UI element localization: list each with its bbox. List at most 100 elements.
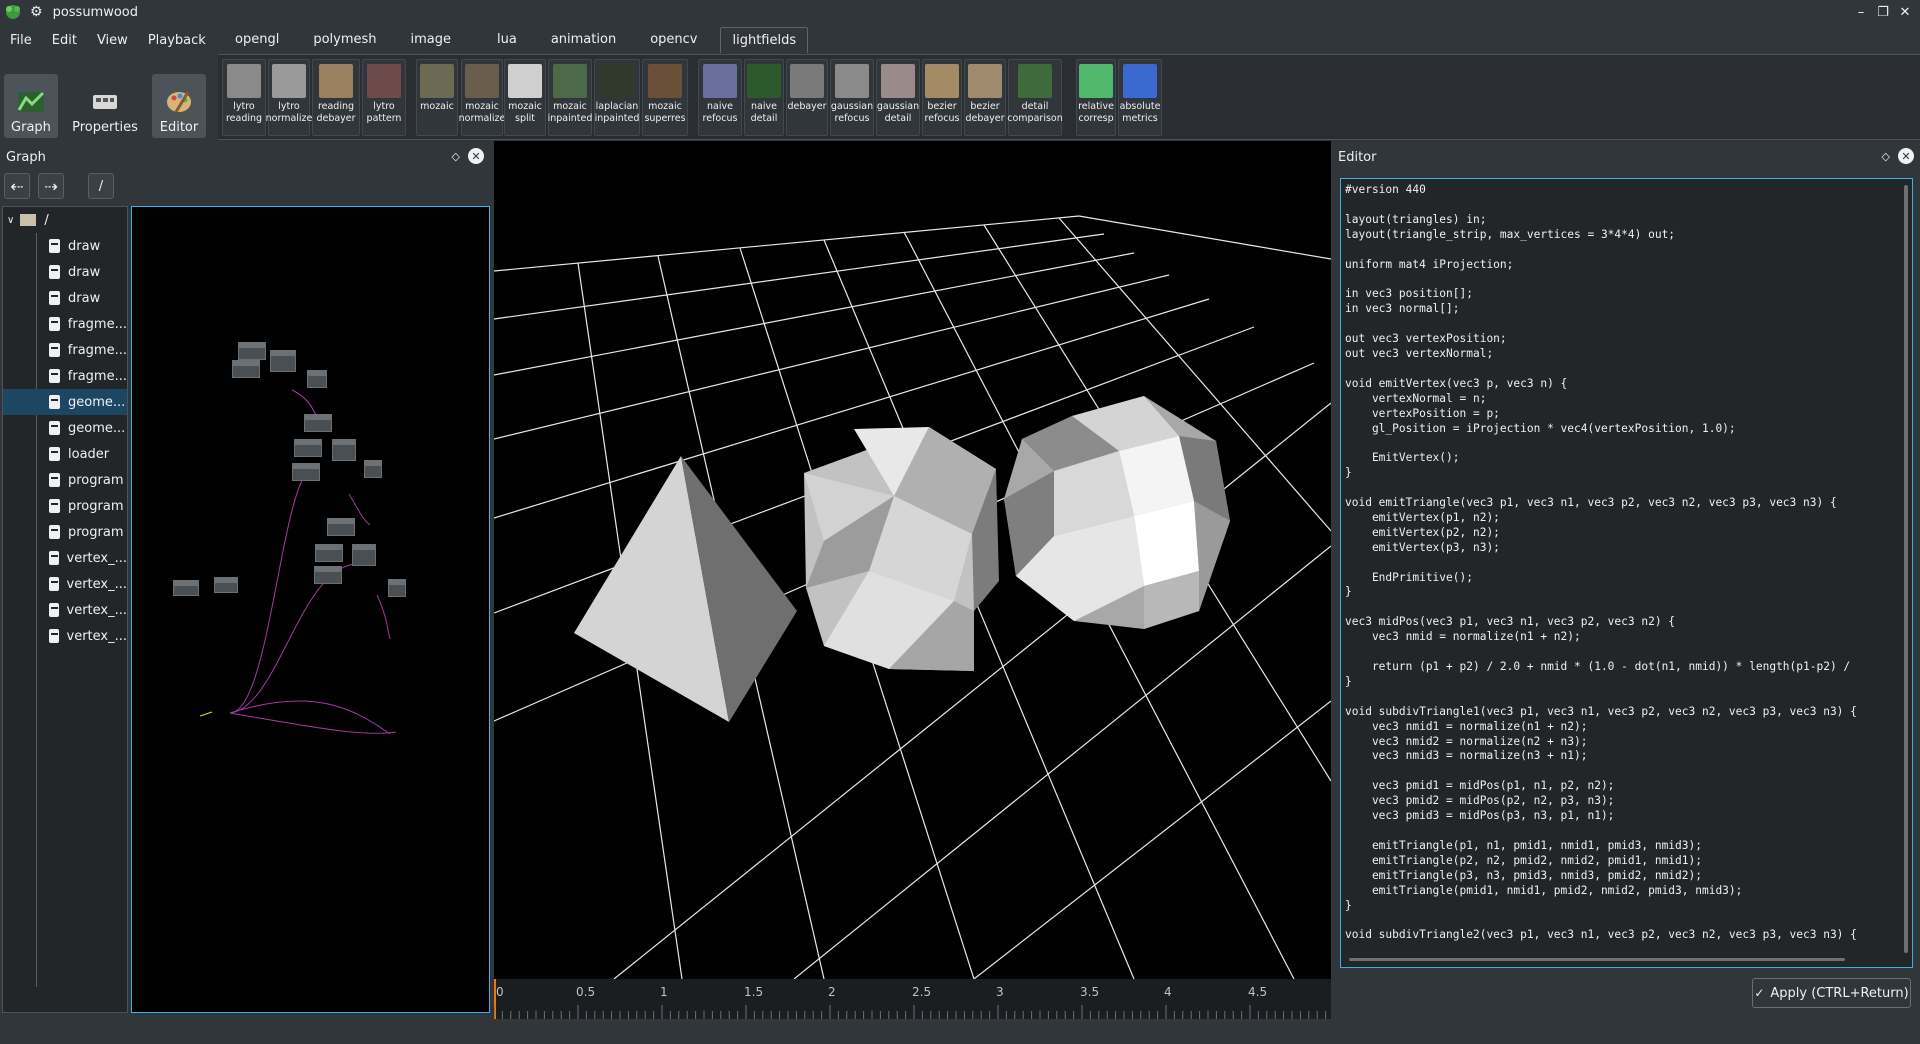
tree-item-label: vertex_...: [66, 550, 128, 566]
menu-playback[interactable]: Playback: [138, 33, 216, 48]
menu-view[interactable]: View: [87, 33, 138, 48]
tool-mozaic-superres[interactable]: mozaic superres: [642, 59, 688, 136]
tree-item[interactable]: program: [3, 519, 127, 545]
tree-item[interactable]: loader: [3, 441, 127, 467]
tree-item[interactable]: draw: [3, 233, 127, 259]
editor-vertical-scrollbar[interactable]: [1904, 185, 1908, 953]
tool-label: lytro normalize: [266, 101, 313, 125]
close-panel-icon[interactable]: ✕: [1898, 148, 1914, 164]
tool-label-line1: absolute: [1119, 101, 1161, 112]
timeline[interactable]: 0 0.5 1 1.5 2 2.5 3 3.5 4 4.5: [494, 979, 1331, 1019]
tool-label-line2: corresp: [1078, 113, 1114, 124]
tool-label-line1: laplacian: [595, 101, 639, 112]
tool-laplacian-inpainted[interactable]: laplacian inpainted: [594, 59, 640, 136]
apply-button[interactable]: ✓ Apply (CTRL+Return): [1752, 978, 1911, 1008]
properties-mode-button[interactable]: Properties: [70, 74, 140, 138]
tab-opengl[interactable]: opengl: [224, 27, 290, 53]
tool-lytro-reading[interactable]: lytro reading: [222, 59, 266, 136]
tool-label-line2: pattern: [366, 113, 402, 124]
tool-lytro-pattern[interactable]: lytro pattern: [362, 59, 406, 136]
tool-label: lytro reading: [226, 101, 262, 125]
tool-gaussian-detail[interactable]: gaussian detail: [876, 59, 920, 136]
close-window-button[interactable]: ✕: [1894, 0, 1916, 24]
back-button[interactable]: ⇠: [4, 173, 30, 199]
3d-viewport[interactable]: [494, 141, 1331, 979]
tab-opencv[interactable]: opencv: [639, 27, 708, 53]
forward-button[interactable]: ⇢: [38, 173, 64, 199]
tree-item[interactable]: vertex_...: [3, 623, 127, 649]
tree-item[interactable]: fragme...: [3, 363, 127, 389]
close-panel-icon[interactable]: ✕: [468, 148, 484, 164]
tree-item[interactable]: vertex_...: [3, 571, 127, 597]
tree-item[interactable]: vertex_...: [3, 545, 127, 571]
graph-tree: ∨ / draw draw draw fragme... fragme... fragme…: [2, 206, 128, 1013]
tab-animation[interactable]: animation: [540, 27, 627, 53]
tab-lightfields[interactable]: lightfields: [720, 27, 809, 53]
tool-detail-comparison[interactable]: detail comparison: [1007, 59, 1063, 136]
tree-item[interactable]: fragme...: [3, 311, 127, 337]
tool-absolute-metrics[interactable]: absolute metrics: [1118, 59, 1162, 136]
node-file-icon: [49, 577, 59, 591]
shader-source-text[interactable]: #version 440 layout(triangles) in; layou…: [1345, 183, 1896, 943]
menu-file[interactable]: File: [0, 33, 42, 48]
tree-root[interactable]: ∨ /: [3, 207, 127, 233]
tool-label-line1: gaussian: [830, 101, 874, 112]
tree-item[interactable]: program: [3, 467, 127, 493]
maximize-button[interactable]: ❐: [1872, 0, 1894, 24]
editor-horizontal-scrollbar[interactable]: [1349, 958, 1845, 961]
menu-edit[interactable]: Edit: [42, 33, 87, 48]
tree-item-label: fragme...: [67, 316, 127, 332]
tree-item-label: program: [68, 498, 124, 514]
tool-lytro-normalize[interactable]: lytro normalize: [266, 59, 313, 136]
tool-bezier-refocus[interactable]: bezier refocus: [922, 59, 962, 136]
timeline-ruler: [494, 1005, 1327, 1019]
node-graph-canvas[interactable]: [131, 206, 490, 1013]
editor-mode-button[interactable]: Editor: [152, 74, 206, 138]
tab-image[interactable]: image: [400, 27, 463, 53]
tree-item[interactable]: geome...: [3, 415, 127, 441]
timeline-tick-label: 4.5: [1248, 985, 1268, 999]
tree-item-label: fragme...: [67, 368, 127, 384]
code-editor[interactable]: #version 440 layout(triangles) in; layou…: [1340, 178, 1913, 968]
tree-item-label: vertex_...: [66, 602, 128, 618]
float-panel-icon[interactable]: ◇: [452, 150, 460, 163]
graph-panel-header: Graph ◇ ✕: [6, 145, 490, 169]
tool-debayer[interactable]: debayer: [786, 59, 828, 136]
tree-item[interactable]: draw: [3, 259, 127, 285]
tool-relative-corresp[interactable]: relative corresp: [1076, 59, 1116, 136]
tree-item-label: loader: [68, 446, 110, 462]
tree-item[interactable]: vertex_...: [3, 597, 127, 623]
graph-mode-button[interactable]: Graph: [4, 74, 58, 138]
gear-icon[interactable]: ⚙: [30, 4, 43, 20]
tool-label: mozaic split: [508, 101, 542, 125]
gaussian-detail-icon: [881, 64, 915, 98]
tool-naive-refocus[interactable]: naive refocus: [698, 59, 742, 136]
tab-polymesh[interactable]: polymesh: [302, 27, 387, 53]
absolute-metrics-icon: [1123, 64, 1157, 98]
editor-mode-label: Editor: [159, 120, 199, 135]
tool-mozaic-normalize[interactable]: mozaic normalize: [459, 59, 505, 136]
path-root-button[interactable]: /: [88, 173, 114, 199]
tool-naive-detail[interactable]: naive detail: [744, 59, 784, 136]
tool-mozaic[interactable]: mozaic: [416, 59, 458, 136]
tool-mozaic-inpainted[interactable]: mozaic inpainted: [548, 59, 592, 136]
tree-item[interactable]: program: [3, 493, 127, 519]
tool-mozaic-split[interactable]: mozaic split: [504, 59, 546, 136]
tree-item[interactable]: draw: [3, 285, 127, 311]
tool-bezier-debayer[interactable]: bezier debayer: [964, 59, 1006, 136]
node-file-icon: [49, 499, 60, 513]
node-file-icon: [49, 343, 60, 357]
tool-label-line2: inpainted: [547, 113, 593, 124]
chevron-down-icon[interactable]: ∨: [7, 215, 14, 226]
float-panel-icon[interactable]: ◇: [1882, 150, 1890, 163]
tree-item[interactable]: fragme...: [3, 337, 127, 363]
editor-panel-title: Editor: [1338, 149, 1377, 165]
tab-lua[interactable]: lua: [486, 27, 528, 53]
tool-reading-debayer[interactable]: reading debayer: [312, 59, 360, 136]
properties-icon: [89, 86, 121, 116]
minimize-button[interactable]: –: [1850, 0, 1872, 24]
tree-item[interactable]: geome...: [3, 389, 127, 415]
node-connections: [199, 389, 397, 735]
tool-label: laplacian inpainted: [595, 101, 640, 125]
tool-gaussian-refocus[interactable]: gaussian refocus: [830, 59, 874, 136]
